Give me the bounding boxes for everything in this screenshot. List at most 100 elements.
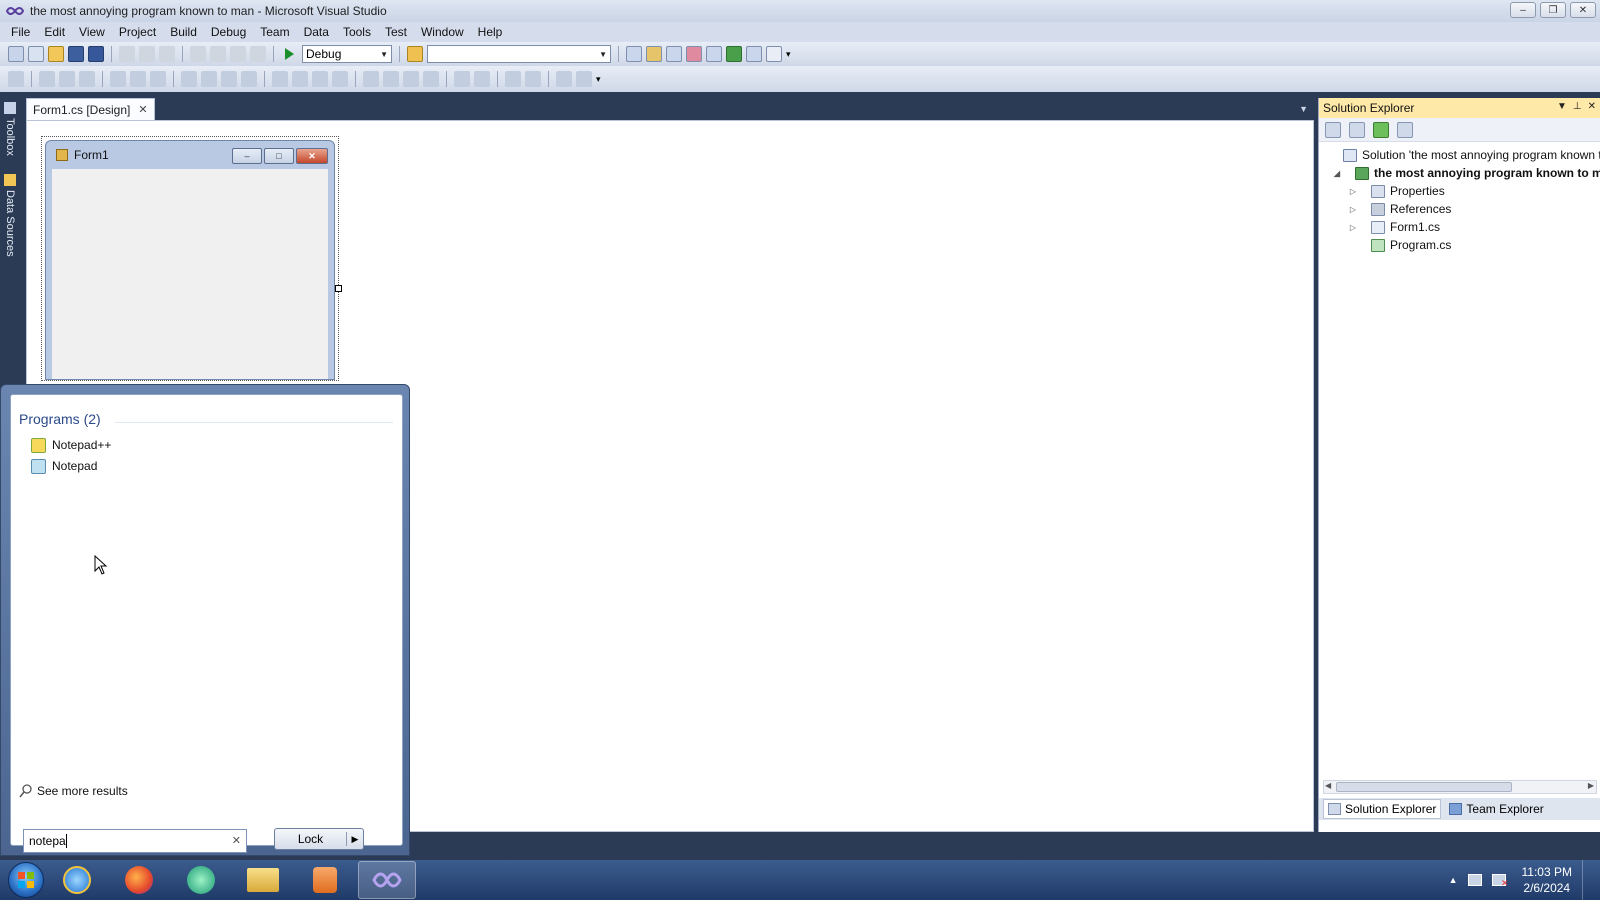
horizontal-spacing-equal-icon[interactable] — [272, 71, 288, 87]
paste-icon[interactable] — [159, 46, 175, 62]
tree-item-properties[interactable]: ▷ Properties — [1319, 182, 1600, 200]
show-hidden-icons-icon[interactable]: ▲ — [1449, 875, 1458, 885]
close-icon[interactable]: ✕ — [1588, 101, 1596, 112]
remove-vertical-spacing-icon[interactable] — [423, 71, 439, 87]
menu-help[interactable]: Help — [471, 22, 510, 42]
cut-icon[interactable] — [119, 46, 135, 62]
scrollbar-thumb[interactable] — [1336, 782, 1512, 792]
increase-horizontal-spacing-icon[interactable] — [292, 71, 308, 87]
save-icon[interactable] — [68, 46, 84, 62]
see-more-results-link[interactable]: See more results — [19, 784, 128, 798]
power-options-arrow-icon[interactable]: ▶ — [347, 834, 363, 845]
pin-icon[interactable]: ⊥ — [1573, 101, 1582, 112]
show-desktop-button[interactable] — [1582, 860, 1592, 900]
menu-test[interactable]: Test — [378, 22, 414, 42]
decrease-vertical-spacing-icon[interactable] — [403, 71, 419, 87]
align-middles-icon[interactable] — [130, 71, 146, 87]
extension-manager-icon[interactable] — [746, 46, 762, 62]
form1-preview[interactable]: Form1 – □ ✕ — [45, 140, 335, 380]
collapsed-triangle-icon[interactable]: ▷ — [1347, 205, 1359, 214]
network-icon[interactable] — [1467, 874, 1482, 886]
tree-item-project[interactable]: ◢ the most annoying program known to m — [1319, 164, 1600, 182]
command-window-icon[interactable] — [766, 46, 782, 62]
lock-button[interactable]: Lock — [275, 832, 347, 846]
tab-solution-explorer[interactable]: Solution Explorer — [1323, 799, 1442, 819]
find-in-files-icon[interactable] — [407, 46, 423, 62]
lock-controls-icon[interactable] — [576, 71, 592, 87]
form1-client-area[interactable] — [52, 169, 328, 379]
properties-icon[interactable] — [1325, 121, 1341, 138]
center-horizontally-icon[interactable] — [454, 71, 470, 87]
taskbar-visual-studio[interactable] — [358, 861, 416, 899]
vertical-spacing-equal-icon[interactable] — [363, 71, 379, 87]
collapsed-triangle-icon[interactable]: ▷ — [1347, 223, 1359, 232]
form-selection-frame[interactable]: Form1 – □ ✕ — [41, 136, 342, 381]
scroll-left-icon[interactable]: ◀ — [1325, 781, 1331, 790]
taskbar-file-explorer[interactable] — [234, 861, 292, 899]
menu-project[interactable]: Project — [112, 22, 163, 42]
data-sources-tab[interactable]: Data Sources — [2, 174, 18, 257]
properties-window-icon[interactable] — [646, 46, 662, 62]
send-to-back-icon[interactable] — [525, 71, 541, 87]
start-page-icon[interactable] — [726, 46, 742, 62]
redo-icon[interactable] — [210, 46, 226, 62]
taskbar-messenger[interactable] — [172, 861, 230, 899]
add-item-icon[interactable] — [28, 46, 44, 62]
object-browser-icon[interactable] — [666, 46, 682, 62]
menu-file[interactable]: File — [4, 22, 37, 42]
make-same-size-icon[interactable] — [221, 71, 237, 87]
toolbox-window-icon[interactable] — [686, 46, 702, 62]
panel-dropdown-icon[interactable]: ▼ — [1557, 101, 1567, 112]
make-same-width-icon[interactable] — [181, 71, 197, 87]
form-close-button[interactable]: ✕ — [296, 148, 328, 164]
taskbar-media-player[interactable] — [296, 861, 354, 899]
show-all-files-icon[interactable] — [1349, 121, 1365, 138]
open-file-icon[interactable] — [48, 46, 64, 62]
tab-order-icon[interactable] — [556, 71, 572, 87]
program-notepad-plus-plus[interactable]: Notepad++ — [31, 436, 111, 454]
collapsed-triangle-icon[interactable]: ▷ — [1347, 187, 1359, 196]
form-minimize-button[interactable]: – — [232, 148, 262, 164]
solution-explorer-icon[interactable] — [626, 46, 642, 62]
toolbar-overflow-icon[interactable]: ▾ — [596, 74, 601, 85]
increase-vertical-spacing-icon[interactable] — [383, 71, 399, 87]
toolbox-tab[interactable]: Toolbox — [2, 102, 18, 156]
close-icon[interactable]: ✕ — [138, 103, 147, 116]
tree-item-program-cs[interactable]: Program.cs — [1319, 236, 1600, 254]
menu-build[interactable]: Build — [163, 22, 204, 42]
scroll-right-icon[interactable]: ▶ — [1588, 781, 1594, 790]
menu-window[interactable]: Window — [414, 22, 471, 42]
expanded-triangle-icon[interactable]: ◢ — [1331, 169, 1343, 178]
navigate-backward-icon[interactable] — [230, 46, 246, 62]
tab-team-explorer[interactable]: Team Explorer — [1445, 800, 1547, 818]
copy-icon[interactable] — [139, 46, 155, 62]
restore-button[interactable]: ❐ — [1540, 2, 1566, 18]
new-project-icon[interactable] — [8, 46, 24, 62]
solution-configuration-select[interactable]: Debug ▼ — [302, 45, 392, 63]
remove-horizontal-spacing-icon[interactable] — [332, 71, 348, 87]
decrease-horizontal-spacing-icon[interactable] — [312, 71, 328, 87]
volume-muted-icon[interactable]: ✕ — [1491, 874, 1509, 888]
find-combo[interactable]: ▼ — [427, 45, 611, 63]
programs-heading[interactable]: Programs (2) — [19, 411, 101, 427]
menu-view[interactable]: View — [72, 22, 112, 42]
start-search-input[interactable]: notepa ✕ — [23, 829, 247, 853]
tree-item-solution[interactable]: Solution 'the most annoying program know… — [1319, 146, 1600, 164]
close-button[interactable]: ✕ — [1570, 2, 1596, 18]
clear-search-icon[interactable]: ✕ — [232, 834, 241, 847]
menu-edit[interactable]: Edit — [37, 22, 72, 42]
align-rights-icon[interactable] — [79, 71, 95, 87]
align-tops-icon[interactable] — [110, 71, 126, 87]
refresh-icon[interactable] — [1373, 121, 1389, 138]
toolbar-overflow-icon[interactable]: ▾ — [786, 49, 791, 60]
align-lefts-icon[interactable] — [39, 71, 55, 87]
tab-form1-design[interactable]: Form1.cs [Design] ✕ — [26, 98, 155, 120]
class-diagram-icon[interactable] — [1397, 121, 1413, 138]
size-to-grid-icon[interactable] — [241, 71, 257, 87]
menu-team[interactable]: Team — [253, 22, 296, 42]
tools-icon[interactable] — [706, 46, 722, 62]
program-notepad[interactable]: Notepad — [31, 457, 97, 475]
tree-item-form1-cs[interactable]: ▷ Form1.cs — [1319, 218, 1600, 236]
save-all-icon[interactable] — [88, 46, 104, 62]
resize-handle[interactable] — [335, 285, 342, 292]
